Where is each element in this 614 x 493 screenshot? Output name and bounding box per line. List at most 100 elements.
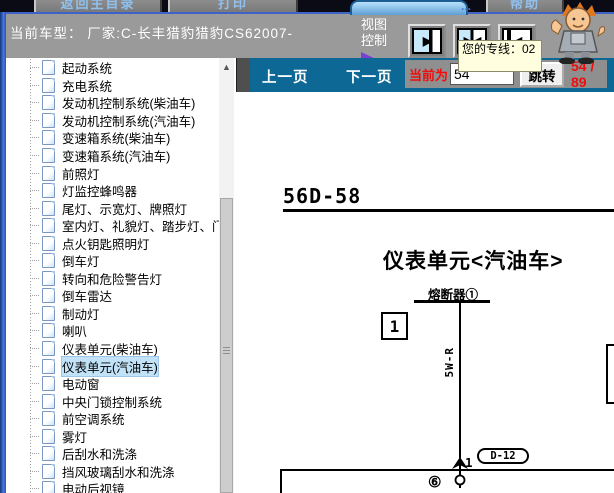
document-icon — [42, 393, 55, 409]
component-number-box: 1 — [381, 312, 408, 340]
sidebar-item-label: 点火钥匙照明灯 — [62, 237, 150, 252]
document-icon — [42, 305, 55, 321]
document-icon — [42, 270, 55, 286]
tree-connector — [30, 383, 39, 385]
tree-connector — [30, 260, 39, 262]
sidebar-item-1[interactable]: 充电系统 — [6, 77, 219, 95]
sidebar-item-23[interactable]: 挡风玻璃刮水和洗涤 — [6, 463, 219, 481]
wiring-diagram-app: 返回主目录 打印 帮助 ... 当前车型： 厂家:C-长丰猎豹猎豹CS62007… — [0, 0, 614, 493]
print-button-label: 打印 — [217, 0, 248, 11]
connector-junction-icon — [452, 457, 468, 488]
tree-connector — [30, 348, 39, 350]
sidebar-item-label: 尾灯、示宽灯、牌照灯 — [62, 202, 188, 217]
tree-connector — [30, 418, 39, 420]
tree-connector — [30, 400, 39, 402]
top-toolbar: 返回主目录 打印 帮助 ... — [0, 0, 614, 15]
sidebar-item-12[interactable]: 转向和危险警告灯 — [6, 270, 219, 288]
sidebar-item-13[interactable]: 倒车雷达 — [6, 287, 219, 305]
tree-connector — [30, 225, 39, 227]
tree-connector — [30, 207, 39, 209]
document-icon — [42, 446, 55, 462]
sidebar-item-22[interactable]: 后刮水和洗涤 — [6, 445, 219, 463]
tree-connector — [30, 435, 39, 437]
sidebar-item-5[interactable]: 变速箱系统(汽油车) — [6, 147, 219, 165]
component-box-left-edge — [280, 469, 282, 493]
diagram-page-code: 56D-58 — [283, 184, 362, 208]
sidebar-item-15[interactable]: 喇叭 — [6, 322, 219, 340]
tree-connector — [30, 312, 39, 314]
document-icon — [42, 376, 55, 392]
sidebar-item-label: 发动机控制系统(汽油车) — [62, 114, 196, 129]
tree-connector — [30, 453, 39, 455]
info-bar: 当前车型： 厂家:C-长丰猎豹猎豹CS62007- 视图控制 ▶ ▶◀ ◀ 您的… — [0, 12, 614, 72]
document-icon — [42, 77, 55, 93]
sidebar-item-11[interactable]: 倒车灯 — [6, 252, 219, 270]
diagram-title: 仪表单元<汽油车> — [383, 250, 564, 273]
sidebar-item-14[interactable]: 制动灯 — [6, 305, 219, 323]
sidebar-item-8[interactable]: 尾灯、示宽灯、牌照灯 — [6, 199, 219, 217]
sidebar-item-label: 发动机控制系统(柴油车) — [62, 97, 196, 112]
header-rule — [283, 209, 614, 212]
tree-connector — [30, 102, 39, 104]
help-button-label: 帮助 — [509, 0, 540, 11]
more-link[interactable]: ... — [461, 0, 471, 13]
sidebar-item-label: 倒车灯 — [62, 255, 100, 270]
sidebar-scrollbar[interactable]: ▲ — [219, 58, 234, 493]
sidebar-item-9[interactable]: 室内灯、礼貌灯、踏步灯、门槛条灯 — [6, 217, 219, 235]
sidebar-item-4[interactable]: 变速箱系统(柴油车) — [6, 129, 219, 147]
sidebar-item-label: 倒车雷达 — [62, 290, 113, 305]
panel-expand-right-button[interactable]: ▶ — [408, 24, 446, 58]
sidebar-item-6[interactable]: 前照灯 — [6, 164, 219, 182]
sidebar-item-3[interactable]: 发动机控制系统(汽油车) — [6, 112, 219, 130]
tree-connector — [30, 277, 39, 279]
next-page-button[interactable]: 下一页 — [346, 66, 393, 87]
sidebar-item-7[interactable]: 灯监控蜂鸣器 — [6, 182, 219, 200]
current-vehicle-label: 当前车型： 厂家:C-长丰猎豹猎豹CS62007- — [10, 26, 294, 41]
sidebar-item-label: 电动窗 — [62, 378, 100, 393]
connector-id-pill: D-12 — [477, 448, 529, 464]
sidebar-item-0[interactable]: 起动系统 — [6, 59, 219, 77]
hotline-label: 您的专线：02 — [458, 40, 542, 72]
document-icon — [42, 288, 55, 304]
wire-color-label: 5W-R — [443, 347, 456, 378]
sidebar-item-label: 前空调系统 — [62, 413, 125, 428]
sidebar-item-19[interactable]: 中央门锁控制系统 — [6, 392, 219, 410]
sidebar-item-label: 转向和危险警告灯 — [62, 272, 163, 287]
sidebar-item-17[interactable]: 仪表单元(汽油车) — [6, 355, 219, 377]
tree-connector — [30, 67, 39, 69]
tree-connector — [30, 172, 39, 174]
fuse-bus-bar — [414, 300, 490, 303]
sidebar-item-2[interactable]: 发动机控制系统(柴油车) — [6, 94, 219, 112]
document-icon — [42, 463, 55, 479]
document-icon — [42, 165, 55, 181]
tree-connector — [30, 137, 39, 139]
tree-connector — [30, 365, 39, 367]
scrollbar-thumb[interactable] — [220, 198, 233, 493]
sidebar-item-label: 起动系统 — [62, 62, 113, 77]
document-icon — [42, 95, 55, 111]
prev-page-button[interactable]: 上一页 — [262, 66, 309, 87]
tree-connector — [30, 488, 39, 490]
sidebar-item-24[interactable]: 电动后视镜 — [6, 480, 219, 493]
active-tab-button[interactable] — [350, 0, 468, 15]
sidebar-item-16[interactable]: 仪表单元(柴油车) — [6, 340, 219, 358]
document-icon — [42, 183, 55, 199]
sidebar-item-18[interactable]: 电动窗 — [6, 375, 219, 393]
document-icon — [42, 341, 55, 357]
sidebar-item-10[interactable]: 点火钥匙照明灯 — [6, 234, 219, 252]
sidebar-tree: 起动系统充电系统发动机控制系统(柴油车) 发动机控制系统(汽油车) 变速箱系统(柴油… — [6, 59, 219, 493]
tree-connector — [30, 295, 39, 297]
tree-connector — [30, 470, 39, 472]
document-icon — [42, 200, 55, 216]
panel-splitter-handle[interactable] — [236, 58, 251, 92]
document-icon — [42, 323, 55, 339]
sidebar-item-label: 变速箱系统(柴油车) — [62, 132, 171, 147]
tree-connector — [30, 119, 39, 121]
document-icon — [42, 253, 55, 269]
sidebar-item-label: 灯监控蜂鸣器 — [62, 185, 138, 200]
sidebar-item-20[interactable]: 前空调系统 — [6, 410, 219, 428]
sidebar-item-21[interactable]: 雾灯 — [6, 427, 219, 445]
scroll-up-arrow-icon[interactable]: ▲ — [219, 60, 234, 74]
document-icon — [42, 148, 55, 163]
sidebar-item-label: 充电系统 — [62, 79, 113, 94]
